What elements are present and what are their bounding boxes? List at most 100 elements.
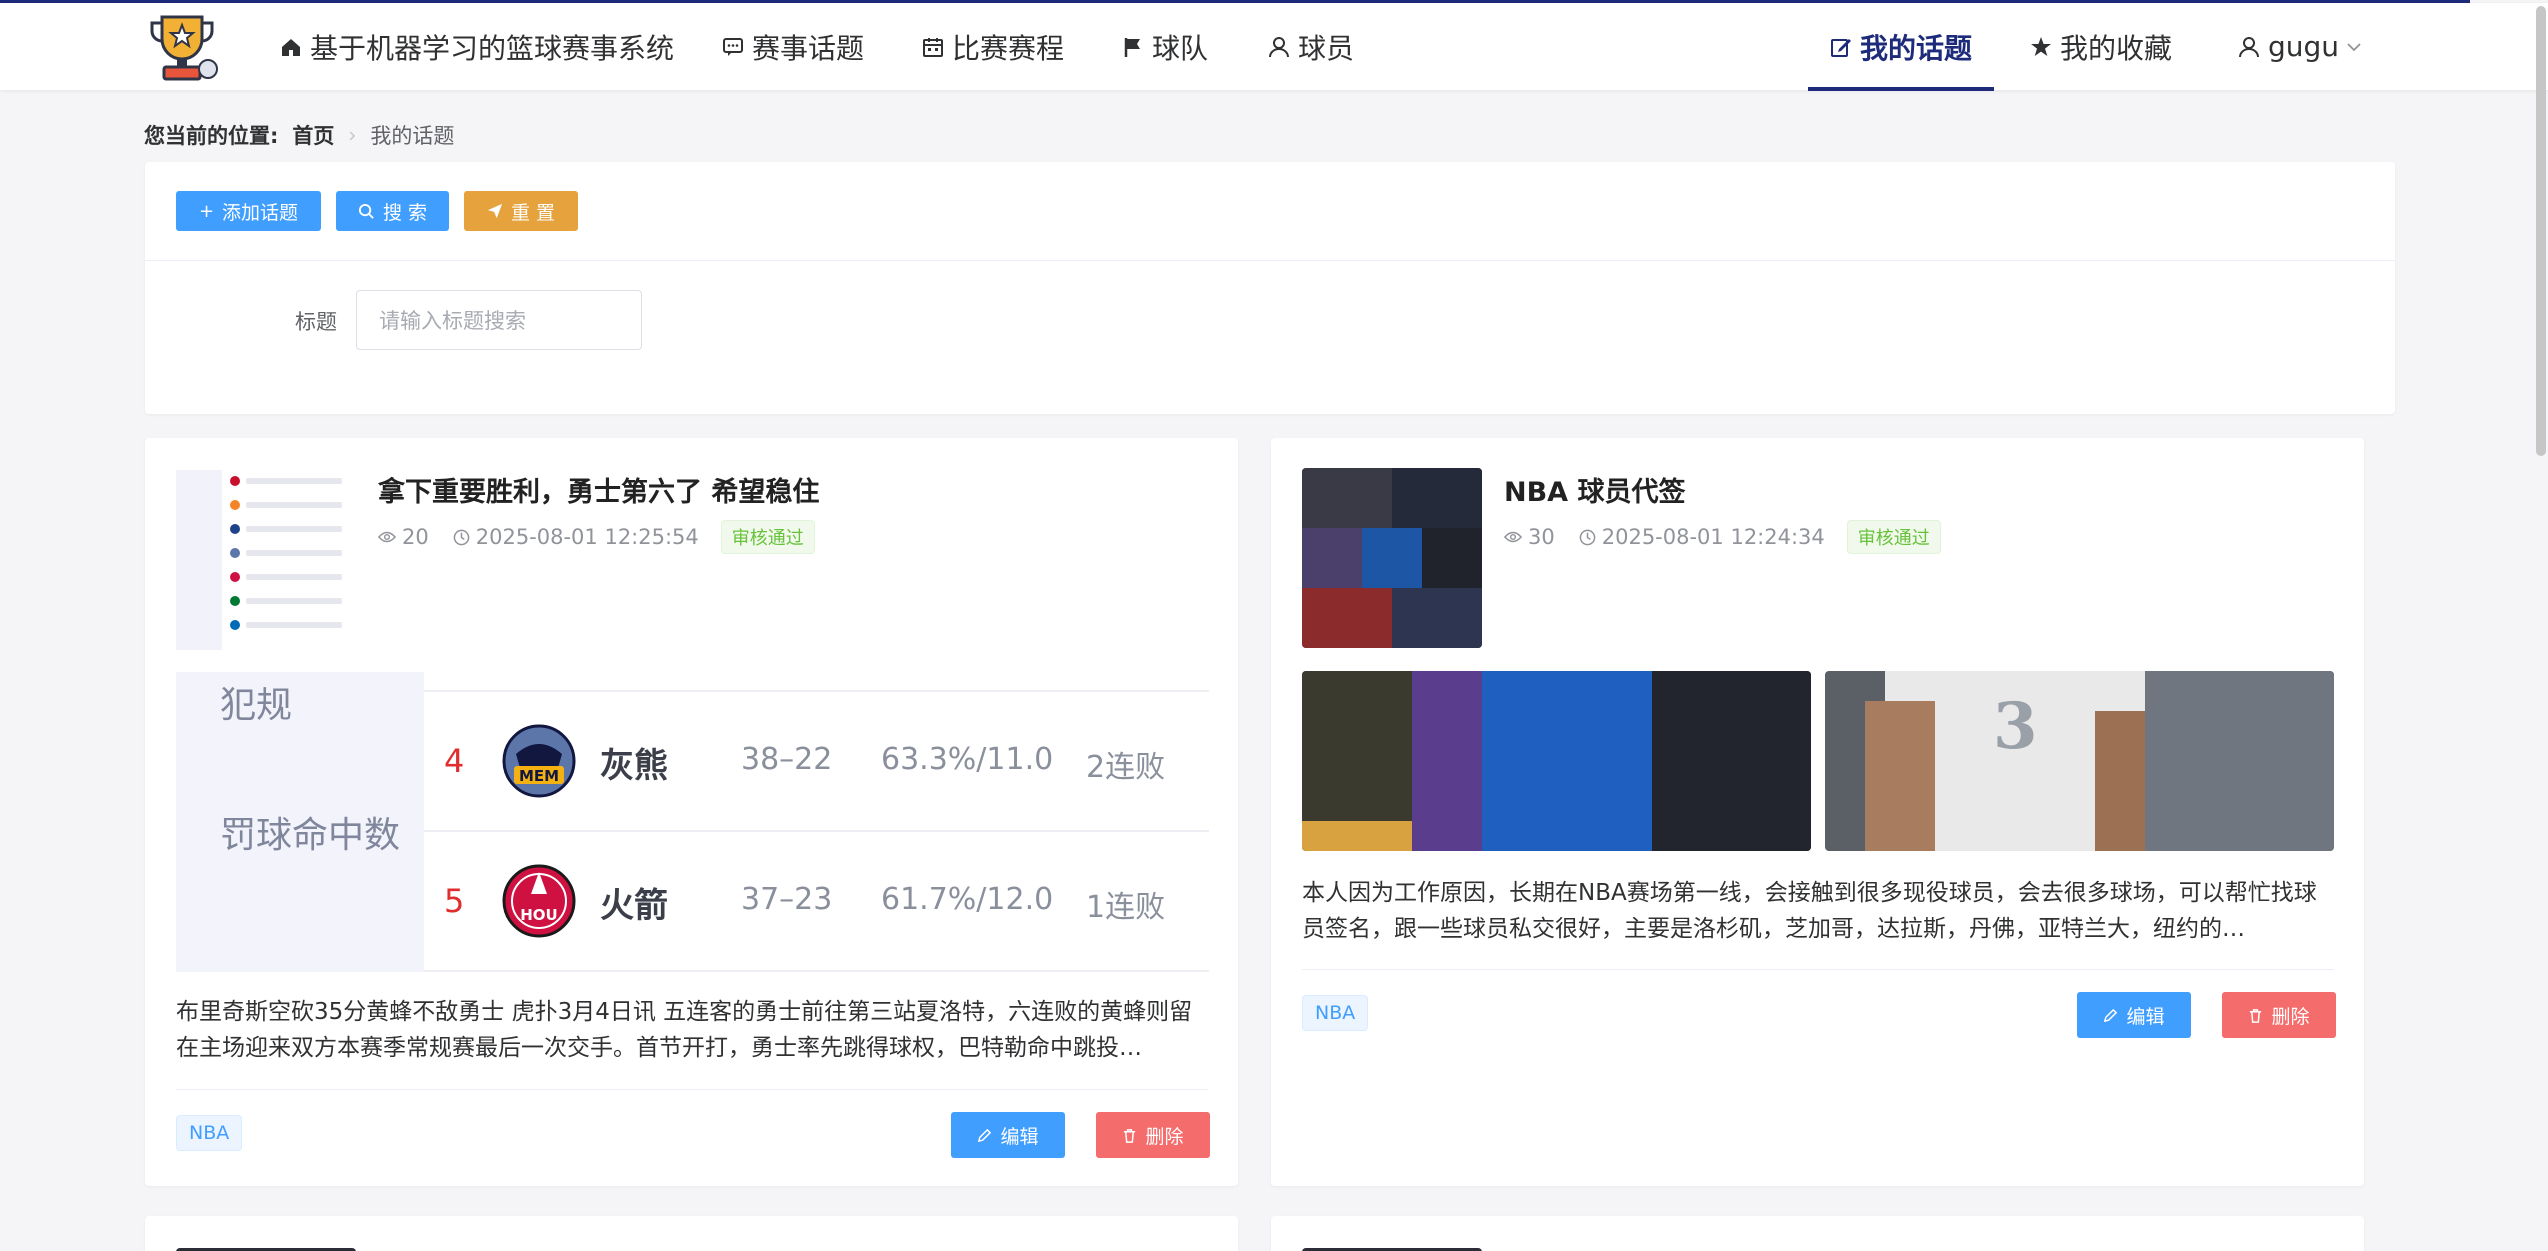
team-pct: 61.7%/12.0: [881, 882, 1054, 917]
team-rank: 5: [444, 882, 465, 920]
add-topic-button[interactable]: + 添加话题: [176, 191, 321, 231]
nav-teams-label: 球队: [1152, 31, 1209, 65]
flag-icon: [1124, 37, 1140, 57]
clock-icon: [1579, 529, 1596, 545]
topic-card[interactable]: NBA 球员代签 30 2025-08-01 12:24:34 审核通过 3 本…: [1271, 438, 2364, 1186]
view-count: 30: [1528, 525, 1555, 549]
thumb-row: [246, 550, 342, 556]
topic-card[interactable]: [1271, 1216, 2364, 1251]
title-search-input[interactable]: 请输入标题搜索: [356, 290, 642, 350]
stat-label-free-throws: 罚球命中数: [220, 815, 401, 856]
topic-card[interactable]: 拿下重要胜利，勇士第六了 希望稳住 20 2025-08-01 12:25:54…: [145, 438, 1238, 1186]
chevron-down-icon: [2347, 42, 2361, 51]
plus-icon: +: [198, 200, 215, 222]
delete-button[interactable]: 删除: [1096, 1112, 1210, 1158]
trash-icon: [1124, 1128, 1136, 1143]
chat-icon: [723, 37, 743, 56]
edit-button[interactable]: 编辑: [2077, 992, 2191, 1038]
topic-card[interactable]: [145, 1216, 1238, 1251]
title-field-label: 标题: [295, 310, 337, 334]
thumb-row: [246, 502, 342, 508]
nav-my-topics[interactable]: 我的话题: [1830, 3, 1972, 90]
topic-tag: NBA: [176, 1115, 243, 1151]
search-button[interactable]: 搜 索: [336, 191, 449, 231]
standings-preview-image: 犯规 罚球命中数 4 MEM 灰熊 38–22 63.3%/11.0 2连败 5…: [176, 672, 1209, 972]
delete-label: 删除: [2271, 1005, 2310, 1028]
user-icon: [1269, 36, 1289, 57]
pencil-icon: [2104, 1008, 2118, 1022]
edit-label: 编辑: [2126, 1005, 2165, 1028]
breadcrumb: 您当前的位置: 首页 › 我的话题: [144, 120, 454, 150]
thumb-row: [246, 598, 342, 604]
publish-date: 2025-08-01 12:24:34: [1601, 525, 1825, 549]
publish-date: 2025-08-01 12:25:54: [475, 525, 699, 549]
thumb-row: [246, 478, 342, 484]
topic-description: 布里奇斯空砍35分黄蜂不敌勇士 虎扑3月4日讯 五连客的勇士前往第三站夏洛特，六…: [176, 999, 1193, 1061]
nav-teams[interactable]: 球队: [1122, 3, 1208, 90]
topic-meta: 20 2025-08-01 12:25:54 审核通过: [378, 520, 815, 554]
topic-description: 本人因为工作原因，长期在NBA赛场第一线，会接触到很多现役球员，会去很多球场，可…: [1302, 880, 2317, 942]
players-photo[interactable]: [1302, 671, 1811, 851]
reset-label: 重 置: [510, 201, 556, 224]
stat-label-fouls: 犯规: [220, 685, 293, 726]
thumb-row: [246, 622, 342, 628]
topic-thumbnail[interactable]: [176, 470, 356, 650]
calendar-icon: [923, 37, 943, 57]
row-divider: [424, 970, 1209, 972]
send-icon: [487, 203, 503, 219]
user-icon: [2239, 36, 2259, 57]
user-menu[interactable]: gugu: [2238, 3, 2361, 90]
clock-icon: [453, 529, 470, 545]
thumb-team-dot: [230, 620, 240, 630]
breadcrumb-label: 您当前的位置:: [144, 124, 279, 148]
jersey-number: 3: [1993, 689, 2038, 764]
star-icon: [2031, 36, 2051, 56]
eye-icon: [1504, 531, 1522, 543]
nav-players[interactable]: 球员: [1268, 3, 1354, 90]
topic-title[interactable]: NBA 球员代签: [1504, 470, 1685, 509]
thumb-team-dot: [230, 572, 240, 582]
trash-icon: [2250, 1008, 2262, 1023]
team-name: 火箭: [600, 886, 668, 926]
team-streak: 2连败: [1086, 750, 1166, 785]
card-divider: [176, 1089, 1208, 1090]
nav-favorites-label: 我的收藏: [2060, 31, 2173, 65]
nav-home[interactable]: 基于机器学习的篮球赛事系统: [280, 3, 674, 90]
team-record: 37–23: [741, 882, 833, 917]
team-rank: 4: [444, 742, 465, 780]
trophy-logo-icon[interactable]: [144, 11, 220, 85]
nav-topics-label: 赛事话题: [752, 31, 865, 65]
pencil-icon: [978, 1128, 992, 1142]
nav-schedule[interactable]: 比赛赛程: [922, 3, 1064, 90]
search-label: 搜 索: [382, 201, 428, 224]
jersey-photo[interactable]: 3: [1825, 671, 2334, 851]
thumb-row: [246, 574, 342, 580]
thumb-team-dot: [230, 524, 240, 534]
grizzlies-logo-icon: MEM: [502, 724, 576, 798]
stats-sidebar: 犯规 罚球命中数: [176, 672, 424, 972]
topic-title[interactable]: 拿下重要胜利，勇士第六了 希望稳住: [378, 470, 819, 509]
team-name: 灰熊: [600, 746, 668, 786]
breadcrumb-current: 我的话题: [370, 124, 455, 148]
edit-button[interactable]: 编辑: [951, 1112, 1065, 1158]
team-streak: 1连败: [1086, 890, 1166, 925]
nav-favorites[interactable]: 我的收藏: [2030, 3, 2172, 90]
topic-tag: NBA: [1302, 995, 1369, 1031]
edit-label: 编辑: [1000, 1125, 1039, 1148]
row-divider: [424, 830, 1209, 832]
search-panel: + 添加话题 搜 索 重 置 标题 请输入标题搜索: [145, 162, 2395, 414]
reset-button[interactable]: 重 置: [464, 191, 578, 231]
delete-button[interactable]: 删除: [2222, 992, 2336, 1038]
rockets-logo-icon: HOU: [502, 864, 576, 938]
topic-thumbnail[interactable]: [1302, 468, 1482, 648]
card-divider: [1302, 969, 2334, 970]
nav-brand-label: 基于机器学习的篮球赛事系统: [310, 31, 675, 65]
breadcrumb-home-link[interactable]: 首页: [292, 120, 334, 150]
page-scrollbar[interactable]: [2536, 6, 2546, 456]
nav-my-topics-label: 我的话题: [1860, 31, 1973, 65]
status-badge: 审核通过: [1846, 520, 1941, 554]
home-icon: [282, 38, 300, 56]
top-navbar: 基于机器学习的篮球赛事系统 赛事话题 比赛赛程 球队 球员 我的话题 我的收藏 …: [0, 3, 2548, 91]
nav-topics[interactable]: 赛事话题: [722, 3, 864, 90]
topic-meta: 30 2025-08-01 12:24:34 审核通过: [1504, 520, 1941, 554]
